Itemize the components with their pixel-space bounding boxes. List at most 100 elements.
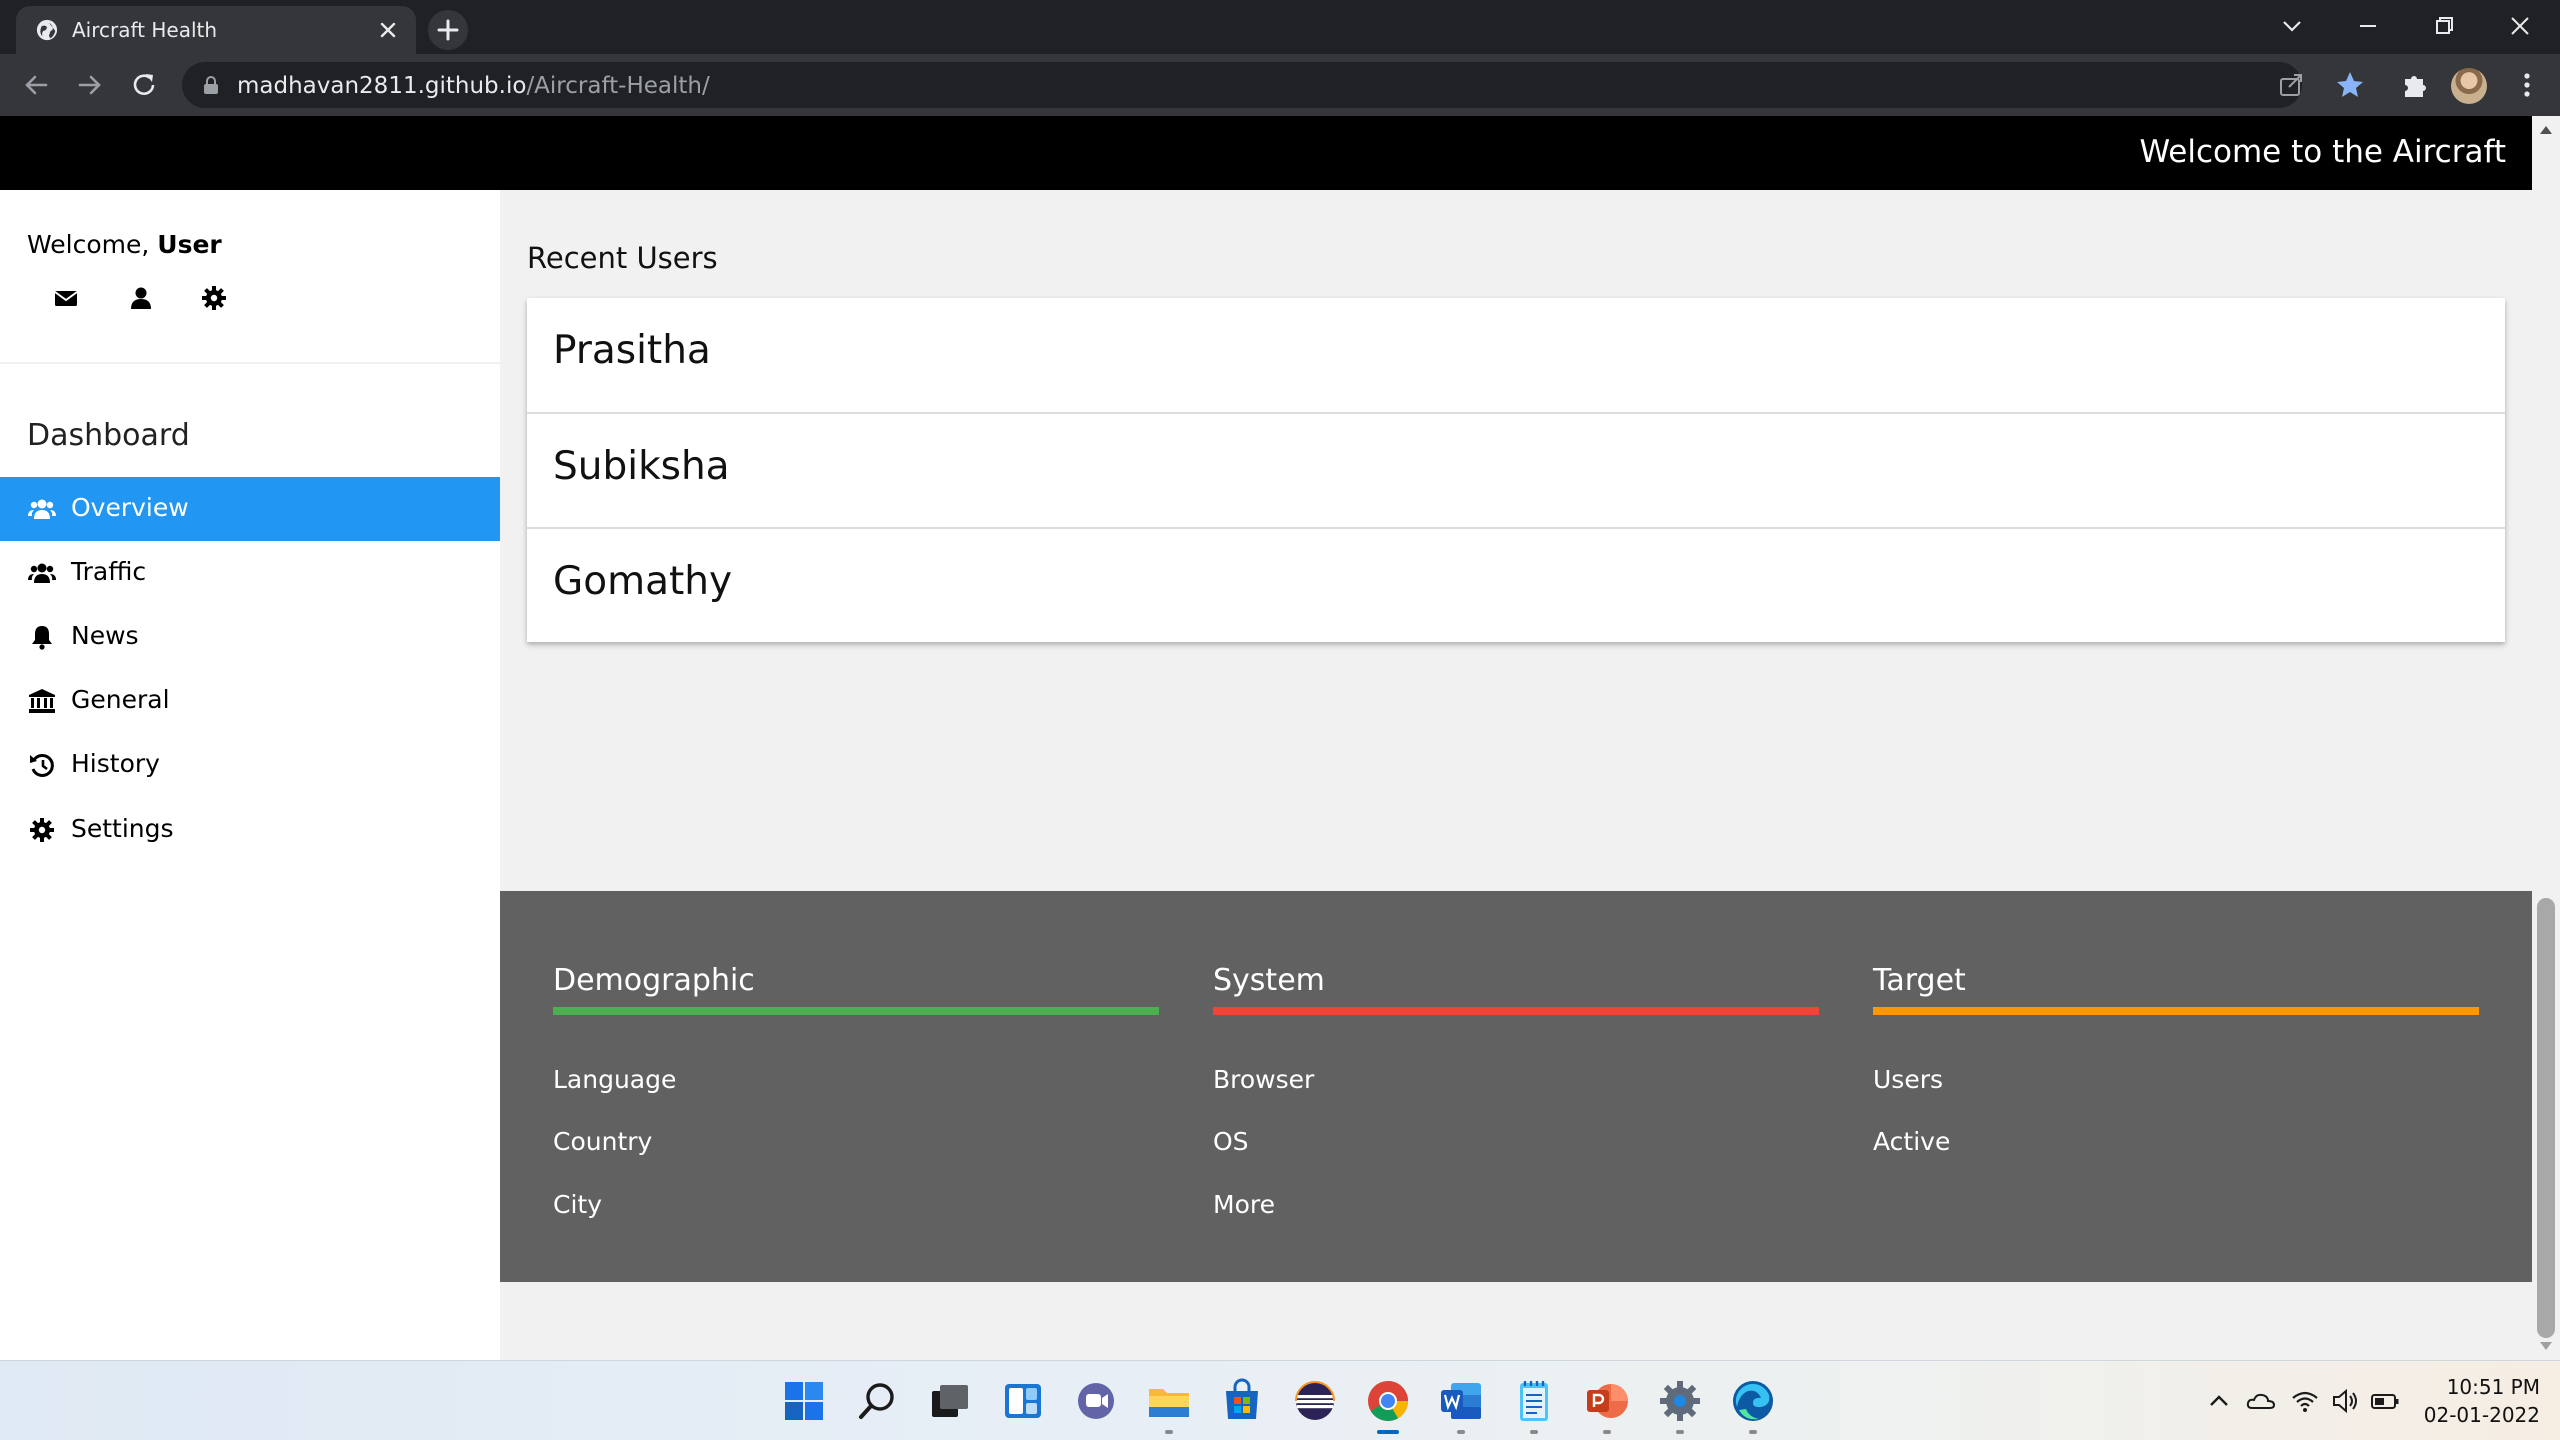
address-bar[interactable]: madhavan2811.github.io/Aircraft-Health/ — [182, 62, 2302, 108]
footer-link[interactable]: Language — [553, 1065, 676, 1094]
tab-search-chevron-icon[interactable] — [2270, 8, 2314, 44]
close-window-icon[interactable] — [2498, 8, 2542, 44]
running-indicator — [1603, 1430, 1611, 1434]
restore-icon[interactable] — [2422, 8, 2466, 44]
user-icon[interactable] — [127, 284, 155, 312]
extensions-puzzle-icon[interactable] — [2397, 67, 2433, 103]
sidebar-divider — [0, 362, 500, 364]
powerpoint-app[interactable] — [1583, 1377, 1631, 1437]
file-explorer-app[interactable] — [1145, 1377, 1193, 1437]
reload-icon[interactable] — [126, 67, 162, 103]
new-tab-plus-icon[interactable] — [428, 10, 468, 50]
windows-start-icon[interactable] — [780, 1377, 828, 1425]
scroll-down-arrow-icon[interactable] — [2539, 1340, 2553, 1352]
footer-column-demographic: Demographic Language Country City — [553, 963, 1159, 1219]
user-name: Gomathy — [553, 559, 733, 604]
task-view-icon[interactable] — [926, 1377, 974, 1425]
footer-column-title: Target — [1873, 963, 1966, 998]
volume-icon[interactable] — [2330, 1387, 2360, 1415]
sidebar-item-label: Overview — [71, 493, 189, 522]
browser-tab-bar: Aircraft Health — [0, 0, 2560, 54]
browser-tab[interactable]: Aircraft Health — [16, 6, 416, 54]
sidebar: Welcome, User Dashboard Overview Traffic — [0, 190, 500, 1360]
sidebar-item-settings[interactable]: Settings — [0, 798, 500, 862]
settings-app[interactable] — [1656, 1377, 1704, 1437]
sidebar-item-traffic[interactable]: Traffic — [0, 541, 500, 605]
chrome-app[interactable] — [1364, 1377, 1412, 1437]
microsoft-store-icon[interactable] — [1218, 1377, 1266, 1425]
footer-link[interactable]: Country — [553, 1127, 652, 1156]
users-icon — [28, 563, 56, 583]
footer-column-underline — [1213, 1007, 1819, 1015]
battery-icon[interactable] — [2370, 1387, 2400, 1415]
footer-column-title: Demographic — [553, 963, 755, 998]
minimize-icon[interactable] — [2346, 8, 2390, 44]
share-icon[interactable] — [2276, 67, 2306, 103]
sidebar-item-general[interactable]: General — [0, 669, 500, 733]
settings-icon — [1660, 1381, 1700, 1421]
envelope-icon[interactable] — [52, 284, 80, 312]
edge-icon — [1733, 1381, 1773, 1421]
profile-avatar[interactable] — [2451, 68, 2487, 104]
eclipse-icon[interactable] — [1291, 1377, 1339, 1425]
recent-users-list: Prasitha Subiksha Gomathy — [527, 298, 2505, 642]
notepad-app[interactable] — [1510, 1377, 1558, 1437]
onedrive-cloud-icon[interactable] — [2246, 1387, 2276, 1415]
sidebar-item-label: History — [71, 749, 160, 778]
browser-toolbar: madhavan2811.github.io/Aircraft-Health/ — [0, 54, 2560, 116]
word-icon — [1441, 1383, 1481, 1419]
footer-column-title: System — [1213, 963, 1325, 998]
sidebar-item-overview[interactable]: Overview — [0, 477, 500, 541]
list-item[interactable]: Gomathy — [527, 527, 2505, 641]
active-indicator — [1377, 1430, 1399, 1434]
search-icon[interactable] — [853, 1377, 901, 1425]
teams-chat-icon[interactable] — [1072, 1377, 1120, 1425]
list-item[interactable]: Subiksha — [527, 412, 2505, 526]
lock-icon[interactable] — [202, 75, 220, 95]
running-indicator — [1530, 1430, 1538, 1434]
footer-link[interactable]: OS — [1213, 1127, 1249, 1156]
file-explorer-icon — [1149, 1389, 1189, 1417]
footer: Demographic Language Country City System… — [500, 891, 2532, 1282]
page-scrollbar[interactable] — [2532, 116, 2560, 1360]
kebab-menu-icon[interactable] — [2509, 67, 2545, 103]
welcome-user-name: User — [157, 230, 222, 259]
chevron-up-icon[interactable] — [2204, 1387, 2234, 1415]
footer-link[interactable]: City — [553, 1190, 602, 1219]
sidebar-item-label: News — [71, 621, 139, 650]
gear-icon[interactable] — [200, 284, 228, 312]
recent-users-title: Recent Users — [527, 241, 718, 275]
gear-icon — [30, 818, 54, 842]
back-arrow-icon[interactable] — [18, 67, 54, 103]
footer-column-underline — [1873, 1007, 2479, 1015]
system-clock[interactable]: 10:51 PM 02-01-2022 — [2420, 1373, 2540, 1429]
edge-app[interactable] — [1729, 1377, 1777, 1437]
globe-icon — [36, 19, 58, 41]
user-name: Prasitha — [553, 328, 711, 373]
footer-link[interactable]: Active — [1873, 1127, 1950, 1156]
bookmark-star-icon[interactable] — [2332, 67, 2368, 103]
dashboard-title: Dashboard — [27, 418, 190, 453]
wifi-icon[interactable] — [2290, 1387, 2320, 1415]
sidebar-item-label: General — [71, 685, 170, 714]
tab-title: Aircraft Health — [72, 18, 218, 42]
footer-link[interactable]: More — [1213, 1190, 1275, 1219]
list-item[interactable]: Prasitha — [527, 298, 2505, 412]
scroll-up-arrow-icon[interactable] — [2539, 124, 2553, 136]
sidebar-item-news[interactable]: News — [0, 605, 500, 669]
url-text[interactable]: madhavan2811.github.io/Aircraft-Health/ — [237, 73, 710, 99]
running-indicator — [1749, 1430, 1757, 1434]
close-tab-icon[interactable] — [376, 18, 400, 42]
footer-column-target: Target Users Active — [1873, 963, 2479, 1156]
forward-arrow-icon[interactable] — [72, 67, 108, 103]
scrollbar-thumb[interactable] — [2537, 898, 2555, 1338]
top-bar: Welcome to the Aircraft — [0, 116, 2532, 190]
sidebar-item-history[interactable]: History — [0, 733, 500, 797]
welcome-banner: Welcome to the Aircraft — [2139, 134, 2506, 170]
word-app[interactable] — [1437, 1377, 1485, 1437]
footer-link[interactable]: Users — [1873, 1065, 1943, 1094]
powerpoint-icon — [1587, 1384, 1628, 1418]
widgets-icon[interactable] — [999, 1377, 1047, 1425]
taskbar: 10:51 PM 02-01-2022 — [0, 1360, 2560, 1440]
footer-link[interactable]: Browser — [1213, 1065, 1314, 1094]
